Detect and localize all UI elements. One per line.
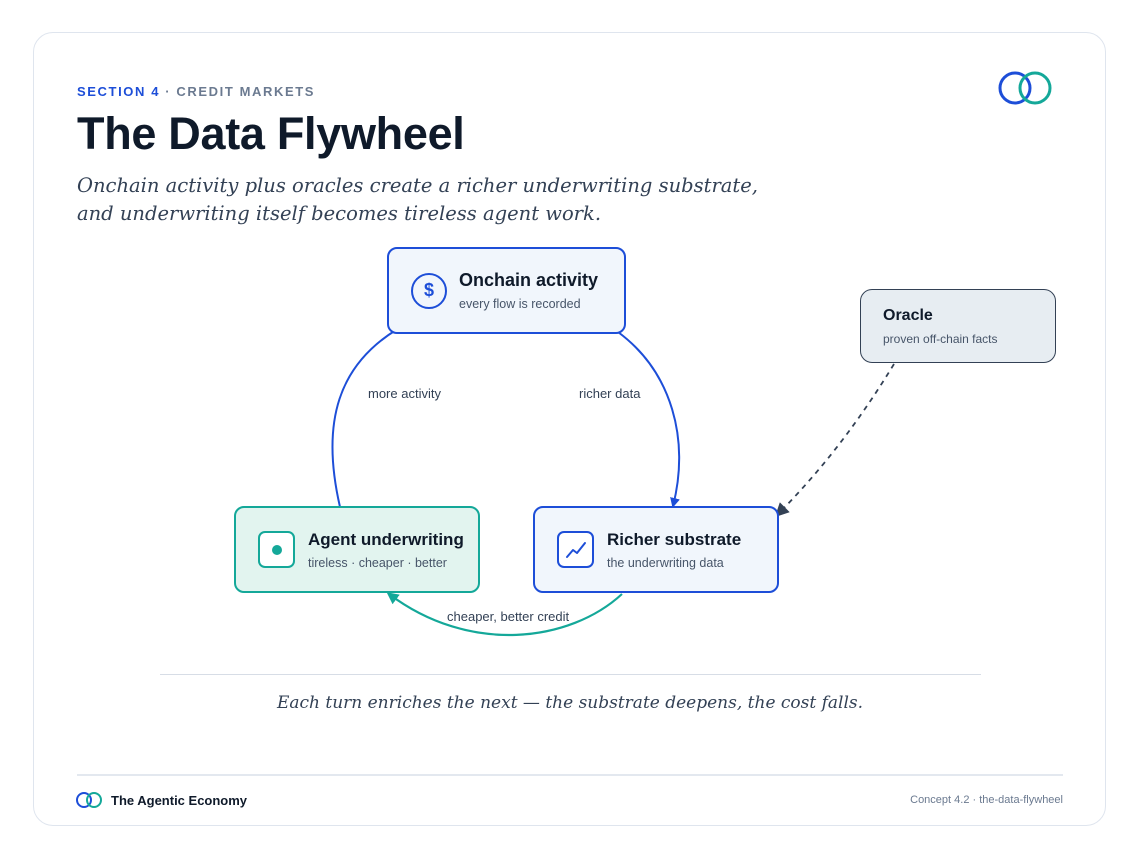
footer-reference: Concept 4.2 · the-data-flywheel bbox=[910, 794, 1063, 806]
footer-logo-icon bbox=[76, 792, 102, 808]
node-subtitle: tireless · cheaper · better bbox=[308, 555, 447, 570]
flywheel-diagram bbox=[331, 329, 895, 637]
edge-oracle-feed bbox=[774, 363, 895, 518]
edge-more-activity bbox=[331, 329, 397, 508]
node-oracle: Oracle proven off-chain facts bbox=[860, 289, 1056, 363]
node-title: Onchain activity bbox=[459, 270, 599, 290]
node-agent-underwriting: Agent underwriting tireless · cheaper · … bbox=[234, 506, 480, 593]
footer-divider bbox=[77, 774, 1063, 776]
node-title: Agent underwriting bbox=[308, 529, 464, 549]
trend-chart-icon bbox=[557, 531, 594, 568]
node-subtitle: proven off-chain facts bbox=[883, 331, 998, 346]
node-subtitle: the underwriting data bbox=[607, 555, 724, 570]
edge-label-cheaper-credit: cheaper, better credit bbox=[447, 609, 570, 624]
footer-brand: The Agentic Economy bbox=[111, 793, 248, 808]
node-title: Oracle bbox=[883, 306, 933, 324]
dollar-icon: $ bbox=[411, 272, 447, 309]
edge-label-richer-data: richer data bbox=[579, 386, 641, 401]
diagram-caption: Each turn enriches the next — the substr… bbox=[276, 693, 864, 713]
divider bbox=[160, 674, 981, 675]
dot-icon bbox=[258, 531, 295, 568]
node-subtitle: every flow is recorded bbox=[459, 297, 581, 311]
node-richer-substrate: Richer substrate the underwriting data bbox=[533, 506, 779, 593]
node-title: Richer substrate bbox=[607, 529, 742, 549]
edge-richer-data bbox=[617, 331, 681, 508]
node-onchain-activity: $ Onchain activity every flow is recorde… bbox=[387, 247, 626, 334]
edge-label-more-activity: more activity bbox=[368, 386, 441, 401]
